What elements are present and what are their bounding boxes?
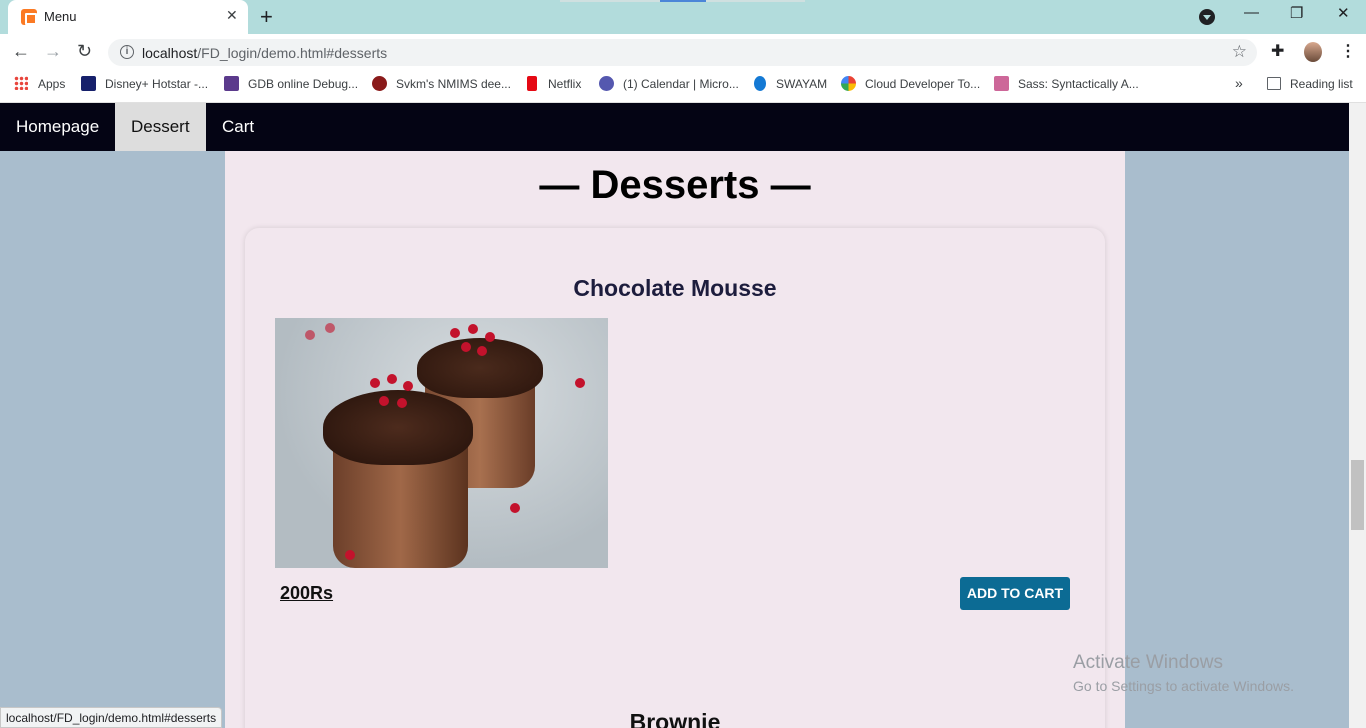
- google-cloud-icon: [841, 76, 856, 91]
- menu-kebab-icon[interactable]: ⋮: [1340, 41, 1356, 61]
- desserts-section: — Desserts — Chocolate Mousse 200Rs ADD …: [225, 151, 1125, 728]
- bookmarks-bar: Apps Disney+ Hotstar -... GDB online Deb…: [0, 71, 1366, 103]
- tab-search-icon[interactable]: [1199, 9, 1215, 25]
- windows-activation-watermark: Activate Windows Go to Settings to activ…: [1073, 652, 1294, 694]
- back-arrow-icon[interactable]: ←: [12, 41, 30, 62]
- tab-title: Menu: [44, 9, 77, 24]
- url-host: localhost: [142, 45, 198, 61]
- minimize-button[interactable]: —: [1244, 4, 1259, 21]
- nav-homepage[interactable]: Homepage: [0, 103, 115, 151]
- add-to-cart-button[interactable]: ADD TO CART: [960, 577, 1070, 610]
- bookmark-star-icon[interactable]: ☆: [1232, 42, 1247, 62]
- apps-grid-icon: [14, 76, 28, 90]
- bookmark-calendar[interactable]: (1) Calendar | Micro...: [623, 77, 739, 91]
- item-price[interactable]: 200Rs: [280, 583, 333, 604]
- reading-list-icon: [1267, 77, 1281, 90]
- sass-icon: [994, 76, 1009, 91]
- status-bar-url: localhost/FD_login/demo.html#desserts: [0, 707, 222, 728]
- section-title: — Desserts —: [539, 163, 811, 207]
- forward-arrow-icon[interactable]: →: [44, 41, 62, 62]
- new-tab-button[interactable]: +: [260, 4, 273, 30]
- profile-avatar[interactable]: [1304, 42, 1322, 62]
- xampp-favicon-icon: [21, 9, 37, 25]
- more-bookmarks-chevron-icon[interactable]: »: [1235, 75, 1243, 91]
- hotstar-icon: [81, 76, 96, 91]
- scrollbar-thumb[interactable]: [1351, 460, 1364, 530]
- browser-chrome: Menu ✕ + — ❐ ✕ ← → ↻ i localhost/FD_logi…: [0, 0, 1366, 103]
- next-item-name: Brownie: [629, 709, 721, 728]
- bookmark-cloud-developer[interactable]: Cloud Developer To...: [865, 77, 980, 91]
- restore-button[interactable]: ❐: [1290, 4, 1303, 22]
- tab-menu[interactable]: Menu ✕: [8, 0, 248, 34]
- dessert-card: Chocolate Mousse 200Rs ADD TO CART: [245, 228, 1105, 728]
- extensions-puzzle-icon[interactable]: ✚: [1271, 41, 1284, 61]
- reading-list-button[interactable]: Reading list: [1290, 77, 1353, 91]
- bookmark-apps[interactable]: Apps: [38, 77, 65, 91]
- watermark-line1: Activate Windows: [1073, 652, 1223, 673]
- bookmark-gdb[interactable]: GDB online Debug...: [248, 77, 358, 91]
- netflix-icon: [527, 76, 537, 91]
- swayam-icon: [754, 76, 766, 91]
- address-bar[interactable]: i localhost/FD_login/demo.html#desserts …: [108, 39, 1257, 66]
- site-navbar: Homepage Dessert Cart: [0, 103, 1349, 151]
- close-tab-icon[interactable]: ✕: [226, 7, 238, 24]
- chocolate-mousse-photo: [275, 318, 608, 568]
- teams-icon: [599, 76, 614, 91]
- bookmark-netflix[interactable]: Netflix: [548, 77, 581, 91]
- nav-dessert[interactable]: Dessert: [115, 103, 206, 151]
- site-info-icon[interactable]: i: [120, 45, 134, 59]
- bookmark-nmims[interactable]: Svkm's NMIMS dee...: [396, 77, 511, 91]
- tab-strip: Menu ✕ + — ❐ ✕: [0, 0, 1366, 34]
- gdb-icon: [224, 76, 239, 91]
- nav-cart[interactable]: Cart: [206, 103, 270, 151]
- bookmark-swayam[interactable]: SWAYAM: [776, 77, 827, 91]
- item-name: Chocolate Mousse: [573, 275, 777, 301]
- url-path: /FD_login/demo.html#desserts: [197, 45, 388, 61]
- bookmark-sass[interactable]: Sass: Syntactically A...: [1018, 77, 1139, 91]
- bookmark-hotstar[interactable]: Disney+ Hotstar -...: [105, 77, 208, 91]
- page-scrollbar[interactable]: [1349, 103, 1366, 728]
- reload-icon[interactable]: ↻: [77, 41, 92, 62]
- nmims-icon: [372, 76, 387, 91]
- tab-drag-indicator-active: [660, 0, 706, 2]
- close-window-button[interactable]: ✕: [1337, 4, 1350, 22]
- url-text: localhost/FD_login/demo.html#desserts: [142, 45, 387, 61]
- watermark-line2: Go to Settings to activate Windows.: [1073, 678, 1294, 694]
